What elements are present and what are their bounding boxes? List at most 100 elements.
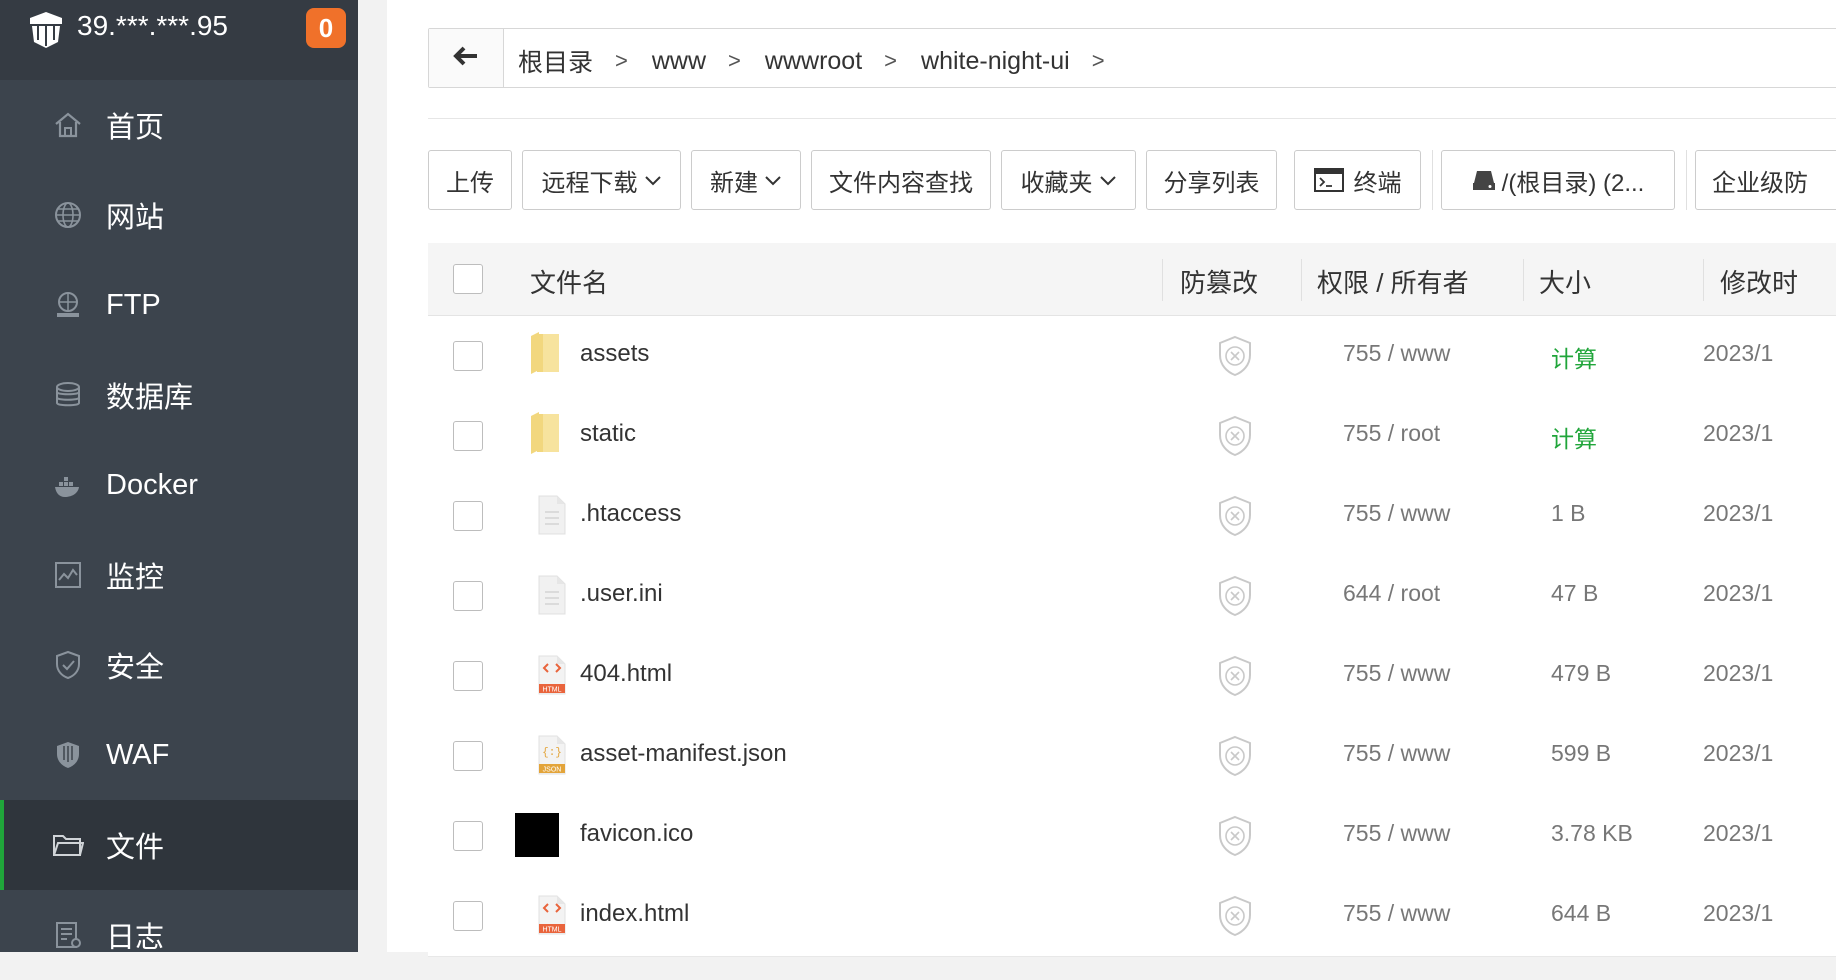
- sidebar-item-label: WAF: [106, 738, 170, 771]
- row-checkbox[interactable]: [453, 501, 483, 531]
- file-name[interactable]: .htaccess: [580, 500, 681, 528]
- toolbar-divider: [1686, 150, 1687, 210]
- sidebar-item-logs[interactable]: 日志: [0, 890, 358, 980]
- file-name[interactable]: favicon.ico: [580, 820, 693, 848]
- docker-icon: [52, 469, 84, 501]
- server-logo-icon: [28, 10, 64, 55]
- svg-text:HTML: HTML: [542, 927, 561, 934]
- path-bar: 根目录 > www > wwwroot > white-night-ui >: [428, 28, 1836, 88]
- file-name[interactable]: .user.ini: [580, 580, 663, 608]
- folder-icon: [52, 829, 84, 861]
- favorites-button[interactable]: 收藏夹: [1001, 150, 1136, 210]
- row-checkbox[interactable]: [453, 341, 483, 371]
- table-row[interactable]: .htaccess 755 / www 1 B 2023/1: [428, 476, 1836, 557]
- sidebar-item-label: FTP: [106, 288, 161, 321]
- table-row[interactable]: {:} JSON asset-manifest.json 755 / www 599 B…: [428, 716, 1836, 797]
- file-permission[interactable]: 755 / www: [1343, 500, 1450, 527]
- terminal-label: 终端: [1353, 169, 1402, 197]
- file-name[interactable]: asset-manifest.json: [580, 740, 787, 768]
- upload-button[interactable]: 上传: [428, 150, 512, 210]
- table-row[interactable]: HTML 404.html 755 / www 479 B 2023/1: [428, 636, 1836, 717]
- share-list-button[interactable]: 分享列表: [1146, 150, 1277, 210]
- breadcrumb-root[interactable]: 根目录: [518, 43, 593, 79]
- sidebar-item-docker[interactable]: Docker: [0, 440, 358, 530]
- file-mtime: 2023/1: [1703, 900, 1774, 926]
- file-permission[interactable]: 755 / www: [1343, 660, 1450, 687]
- file-permission[interactable]: 755 / root: [1343, 420, 1440, 447]
- column-header-size[interactable]: 大小: [1539, 263, 1591, 300]
- row-checkbox[interactable]: [453, 661, 483, 691]
- table-row[interactable]: assets 755 / www 计算 2023/1: [428, 316, 1836, 397]
- sidebar-item-website[interactable]: 网站: [0, 170, 358, 260]
- table-row[interactable]: static 755 / root 计算 2023/1: [428, 396, 1836, 477]
- file-mtime: 2023/1: [1703, 420, 1774, 446]
- row-checkbox[interactable]: [453, 581, 483, 611]
- file-size[interactable]: 计算: [1551, 420, 1597, 454]
- file-name[interactable]: 404.html: [580, 660, 672, 688]
- monitor-icon: [52, 559, 84, 591]
- select-all-checkbox[interactable]: [453, 264, 483, 294]
- tamper-protection-icon[interactable]: [1215, 494, 1255, 538]
- search-content-button[interactable]: 文件内容查找: [811, 150, 991, 210]
- column-header-mtime[interactable]: 修改时: [1720, 263, 1798, 300]
- file-size: 47 B: [1551, 580, 1599, 606]
- file-name[interactable]: static: [580, 420, 636, 448]
- table-row[interactable]: favicon.ico 755 / www 3.78 KB 2023/1: [428, 796, 1836, 877]
- sidebar-item-database[interactable]: 数据库: [0, 350, 358, 440]
- file-permission[interactable]: 644 / root: [1343, 580, 1440, 607]
- file-name[interactable]: assets: [580, 340, 649, 368]
- sidebar-item-monitor[interactable]: 监控: [0, 530, 358, 620]
- tamper-protection-icon[interactable]: [1215, 734, 1255, 778]
- row-checkbox[interactable]: [453, 741, 483, 771]
- tamper-protection-icon[interactable]: [1215, 654, 1255, 698]
- file-mtime: 2023/1: [1703, 500, 1774, 526]
- file-permission[interactable]: 755 / www: [1343, 340, 1450, 367]
- row-checkbox[interactable]: [453, 821, 483, 851]
- breadcrumb-www[interactable]: www: [652, 47, 706, 76]
- tamper-protection-icon[interactable]: [1215, 414, 1255, 458]
- sidebar-item-waf[interactable]: WAF: [0, 710, 358, 800]
- column-header-tamper: 防篡改: [1180, 268, 1259, 298]
- tamper-protection-icon[interactable]: [1215, 574, 1255, 618]
- remote-download-button[interactable]: 远程下载: [522, 150, 681, 210]
- notification-badge[interactable]: 0: [306, 8, 346, 48]
- sidebar-item-security[interactable]: 安全: [0, 620, 358, 710]
- file-size: 479 B: [1551, 660, 1612, 686]
- row-checkbox[interactable]: [453, 421, 483, 451]
- enterprise-protection-button[interactable]: 企业级防: [1695, 150, 1836, 210]
- file-name[interactable]: index.html: [580, 900, 689, 928]
- divider: [428, 118, 1836, 119]
- row-checkbox[interactable]: [453, 901, 483, 931]
- table-row[interactable]: .user.ini 644 / root 47 B 2023/1: [428, 556, 1836, 637]
- disk-button[interactable]: /(根目录) (2...: [1441, 150, 1675, 210]
- new-label: 新建: [710, 169, 758, 197]
- back-button[interactable]: [429, 29, 504, 87]
- sidebar-item-ftp[interactable]: FTP: [0, 260, 358, 350]
- table-row[interactable]: HTML index.html 755 / www 644 B 2023/1: [428, 876, 1836, 957]
- svg-text:HTML: HTML: [542, 687, 561, 694]
- disk-icon: [1472, 169, 1496, 191]
- chevron-right-icon: >: [615, 48, 628, 73]
- file-permission[interactable]: 755 / www: [1343, 820, 1450, 847]
- file-size: 3.78 KB: [1551, 820, 1633, 846]
- breadcrumb-wwwroot[interactable]: wwwroot: [765, 47, 862, 76]
- favicon-image-icon: [515, 813, 559, 859]
- chevron-down-icon: [644, 166, 662, 194]
- breadcrumb: 根目录 > www > wwwroot > white-night-ui >: [518, 43, 1129, 79]
- sidebar-item-files[interactable]: 文件: [0, 800, 358, 890]
- breadcrumb-current[interactable]: white-night-ui: [921, 47, 1070, 76]
- remote-download-label: 远程下载: [541, 169, 638, 197]
- tamper-protection-icon[interactable]: [1215, 894, 1255, 938]
- sidebar-item-home[interactable]: 首页: [0, 80, 358, 170]
- new-button[interactable]: 新建: [691, 150, 801, 210]
- tamper-protection-icon[interactable]: [1215, 814, 1255, 858]
- file-size[interactable]: 计算: [1551, 340, 1597, 374]
- file-permission[interactable]: 755 / www: [1343, 740, 1450, 767]
- terminal-button[interactable]: 终端: [1294, 150, 1421, 210]
- column-header-name[interactable]: 文件名: [530, 263, 608, 300]
- sidebar-item-label: 安全: [106, 652, 165, 684]
- server-ip[interactable]: 39.***.***.95: [77, 10, 228, 42]
- tamper-protection-icon[interactable]: [1215, 334, 1255, 378]
- file-permission[interactable]: 755 / www: [1343, 900, 1450, 927]
- chevron-right-icon: >: [728, 48, 741, 73]
